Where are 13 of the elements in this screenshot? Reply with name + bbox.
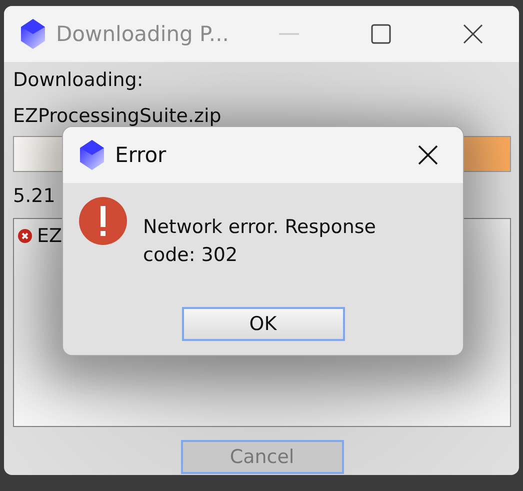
close-icon xyxy=(418,145,438,165)
log-entry: EZ xyxy=(37,225,62,247)
status-text: 5.21 xyxy=(13,184,56,209)
file-name: EZProcessingSuite.zip xyxy=(13,104,222,129)
downloading-label: Downloading: xyxy=(13,68,144,93)
error-icon xyxy=(18,229,32,243)
window-title: Downloading P... xyxy=(56,22,229,46)
ok-button[interactable]: OK xyxy=(182,307,344,341)
dialog-title: Error xyxy=(115,143,166,167)
alert-icon xyxy=(79,197,127,245)
app-logo-icon xyxy=(20,18,46,50)
error-message: Network error. Response code: 302 xyxy=(143,215,377,268)
app-logo-icon xyxy=(79,139,105,171)
